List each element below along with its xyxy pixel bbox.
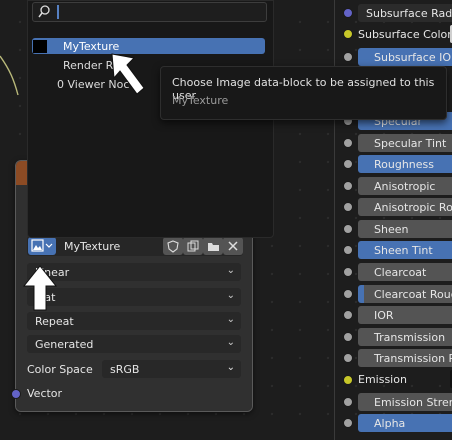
duplicate-button[interactable]	[183, 237, 203, 255]
shield-icon	[167, 239, 179, 253]
arrow-annotation-icon	[22, 264, 58, 312]
row-label: Emission Streng	[374, 396, 452, 409]
open-file-button[interactable]	[203, 237, 223, 255]
projection-dropdown[interactable]: Flat ⌄	[27, 288, 241, 306]
clearcoat-field[interactable]: Clearcoat	[358, 263, 452, 281]
row-label: Subsurface Radius	[366, 7, 452, 20]
tooltip-value: MyTexture	[172, 94, 229, 107]
socket-alpha[interactable]	[343, 418, 353, 428]
socket-subsurface-radius[interactable]	[343, 8, 353, 18]
chevron-down-icon: ⌄	[226, 362, 235, 373]
anisotropic-field[interactable]: Anisotropic	[358, 177, 452, 195]
socket-subsurface-color[interactable]	[343, 29, 353, 39]
search-icon	[38, 5, 50, 18]
socket-ior[interactable]	[343, 310, 353, 320]
sheen-tint-field[interactable]: Sheen Tint	[358, 241, 452, 259]
chevron-down-icon: ⌄	[226, 337, 235, 348]
interpolation-dropdown[interactable]: Linear ⌄	[27, 263, 241, 281]
source-value: Generated	[35, 338, 94, 351]
transmission-field[interactable]: Transmission	[358, 328, 452, 346]
socket-anisotropic-rotation[interactable]	[343, 202, 353, 212]
clearcoat-roughness-field[interactable]: Clearcoat Rough	[358, 285, 452, 303]
socket-emission-strength[interactable]	[343, 397, 353, 407]
color-space-value: sRGB	[110, 363, 140, 376]
row-label: Alpha	[374, 417, 406, 430]
row-label: Anisotropic Rota	[374, 201, 452, 214]
emission-label: Emission	[358, 373, 407, 386]
specular-tint-field[interactable]: Specular Tint	[358, 134, 452, 152]
row-label: Sheen Tint	[374, 244, 433, 257]
color-space-dropdown[interactable]: sRGB ⌄	[102, 360, 241, 378]
close-icon	[228, 241, 238, 251]
roughness-field[interactable]: Roughness	[358, 155, 452, 173]
image-icon	[31, 239, 53, 252]
node-link-curve	[0, 55, 19, 96]
row-label: Transmission	[374, 331, 446, 344]
socket-clearcoat[interactable]	[343, 267, 353, 277]
anisotropic-rotation-field[interactable]: Anisotropic Rota	[358, 198, 452, 216]
socket-sheen-tint[interactable]	[343, 245, 353, 255]
socket-specular-tint[interactable]	[343, 138, 353, 148]
vector-input-label: Vector	[27, 387, 63, 400]
alpha-field[interactable]: Alpha	[358, 414, 452, 432]
socket-transmission-roughness[interactable]	[343, 353, 353, 363]
row-label: IOR	[374, 309, 394, 322]
duplicate-icon	[187, 240, 199, 251]
extension-value: Repeat	[35, 315, 74, 328]
chevron-down-icon: ⌄	[226, 265, 235, 276]
socket-clearcoat-roughness[interactable]	[343, 289, 353, 299]
row-label: Anisotropic	[374, 180, 436, 193]
image-name-field[interactable]: MyTexture	[64, 240, 120, 253]
row-label: Sheen	[374, 223, 409, 236]
subsurface-radius-field[interactable]: Subsurface Radius	[358, 4, 452, 22]
emission-strength-field[interactable]: Emission Streng	[358, 393, 452, 411]
text-cursor	[57, 5, 59, 19]
row-label: Clearcoat	[374, 266, 427, 279]
fake-user-button[interactable]	[163, 237, 183, 255]
arrow-annotation-icon	[106, 50, 150, 100]
source-dropdown[interactable]: Generated ⌄	[27, 335, 241, 353]
sheen-field[interactable]: Sheen	[358, 220, 452, 238]
socket-transmission[interactable]	[343, 332, 353, 342]
socket-emission[interactable]	[343, 375, 353, 385]
row-label: Clearcoat Rough	[374, 288, 452, 301]
socket-roughness[interactable]	[343, 159, 353, 169]
extension-dropdown[interactable]: Repeat ⌄	[27, 312, 241, 330]
folder-icon	[207, 242, 219, 251]
socket-vector[interactable]	[11, 389, 21, 399]
transmission-roughness-field[interactable]: Transmission Ro	[358, 349, 452, 367]
row-label: Subsurface IOR	[374, 51, 452, 64]
color-space-label: Color Space	[27, 363, 93, 376]
browse-image-button[interactable]	[28, 237, 56, 255]
chevron-down-icon: ⌄	[226, 314, 235, 325]
row-label: Specular Tint	[374, 137, 447, 150]
ior-field[interactable]: IOR	[358, 306, 452, 324]
socket-sheen[interactable]	[343, 224, 353, 234]
texture-thumbnail	[33, 40, 47, 53]
subsurface-color-label: Subsurface Color	[358, 28, 452, 41]
socket-anisotropic[interactable]	[343, 181, 353, 191]
subsurface-ior-field[interactable]: Subsurface IOR	[358, 48, 452, 66]
row-label: Roughness	[374, 158, 435, 171]
socket-subsurface-ior[interactable]	[343, 52, 353, 62]
row-label: Transmission Ro	[374, 352, 452, 365]
search-input[interactable]	[32, 2, 267, 22]
unlink-button[interactable]	[223, 237, 243, 255]
chevron-down-icon: ⌄	[226, 290, 235, 301]
